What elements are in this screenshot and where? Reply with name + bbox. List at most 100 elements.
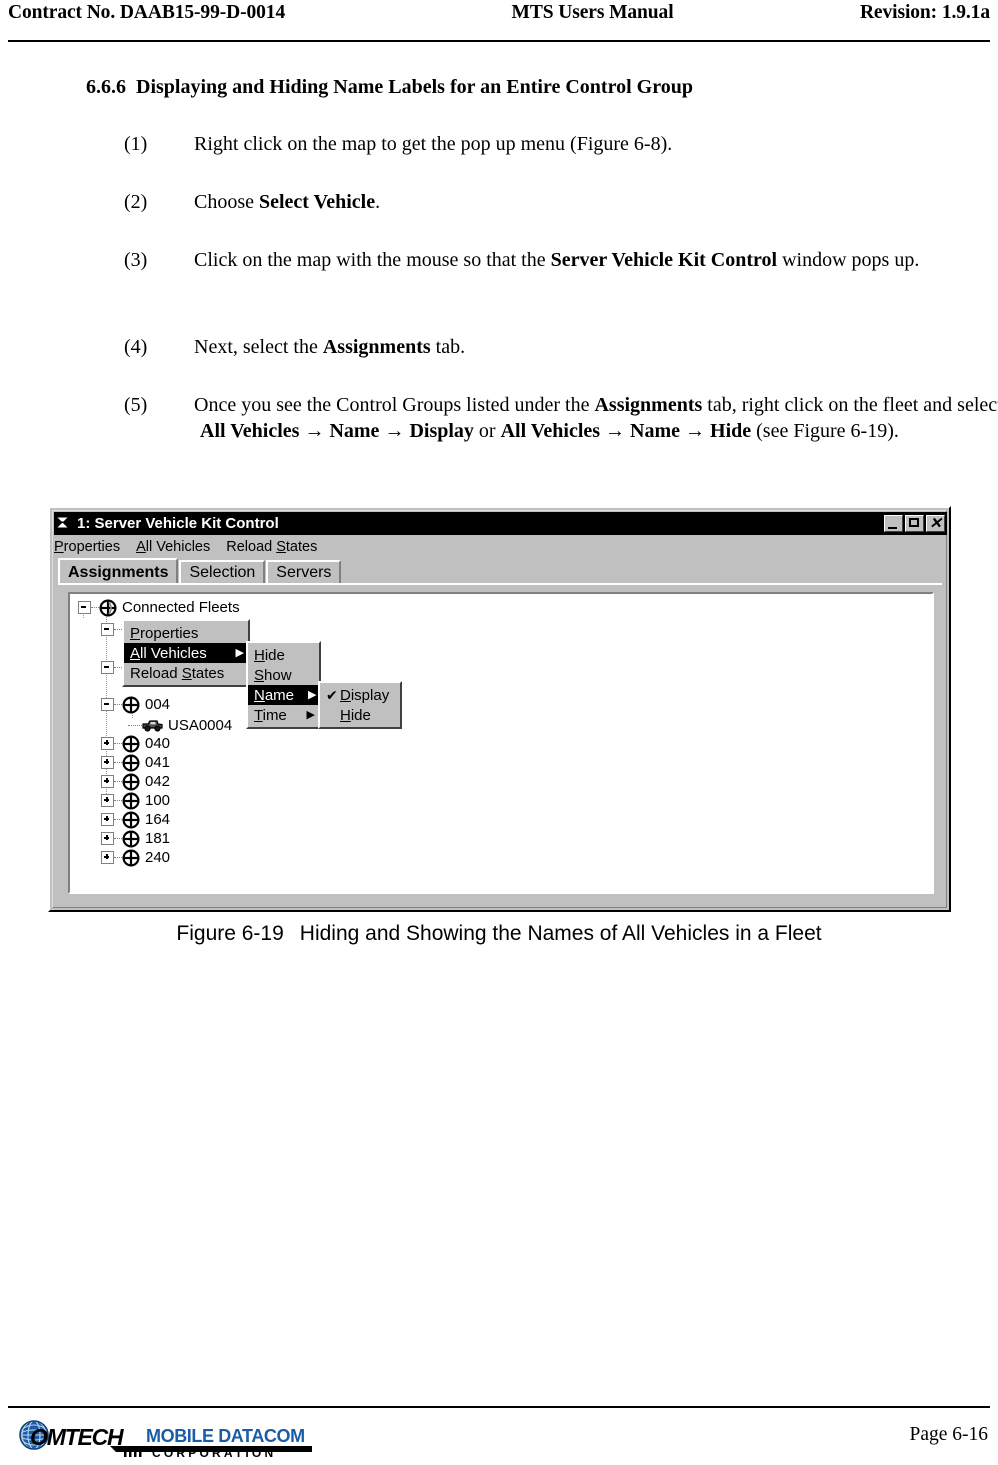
tree-node-usa0004[interactable]: USA0004 <box>128 716 232 735</box>
tree-expander-181[interactable] <box>101 832 114 845</box>
context-item-name-hide[interactable]: Hide <box>320 705 400 725</box>
tree-node-connected-fleets[interactable]: Connected Fleets <box>78 598 240 617</box>
maximize-button[interactable] <box>905 515 924 532</box>
tree-label-240: 240 <box>145 849 171 866</box>
menu-item-all-vehicles[interactable]: All Vehicles <box>136 539 210 555</box>
tree-expander-hidden-2[interactable] <box>101 661 114 674</box>
tree-expander-042[interactable] <box>101 775 114 788</box>
step-number-1: (1) <box>124 133 148 155</box>
fleet-globe-icon <box>122 829 140 848</box>
context-item-name[interactable]: Name ▶ <box>248 685 319 705</box>
step-item-3: (3) Click on the map with the mouse so th… <box>124 249 920 271</box>
submenu-arrow-icon: ▶ <box>308 688 317 701</box>
window-controls[interactable]: ✕ <box>884 515 945 532</box>
figure-number: Figure 6-19 <box>176 922 284 945</box>
tree-expander-041[interactable] <box>101 756 114 769</box>
tree-label-040: 040 <box>145 735 171 752</box>
context-menu-name[interactable]: ✔ Display Hide <box>318 681 402 729</box>
context-item-hide[interactable]: Hide <box>248 645 319 665</box>
context-menu-primary[interactable]: Properties All Vehicles ▶ Reload States <box>122 619 250 687</box>
tree-node-100[interactable]: 100 <box>101 791 170 810</box>
page-header: Contract No. DAAB15-99-D-0014 MTS Users … <box>8 2 990 36</box>
context-item-properties[interactable]: Properties <box>124 623 248 643</box>
tab-assignments[interactable]: Assignments <box>58 558 179 585</box>
tree-node-240[interactable]: 240 <box>101 848 170 867</box>
tab-selection[interactable]: Selection <box>179 560 266 584</box>
svg-text:CORPORATION: CORPORATION <box>152 1446 276 1460</box>
submenu-arrow-icon: ▶ <box>306 708 315 721</box>
tree-node-040[interactable]: 040 <box>101 734 170 753</box>
tree-expander-164[interactable] <box>101 813 114 826</box>
figure-caption: Figure 6-19 Hiding and Showing the Names … <box>0 922 998 946</box>
tree-expander-240[interactable] <box>101 851 114 864</box>
tree-node-004[interactable]: 004 <box>101 695 170 714</box>
tree-expander-100[interactable] <box>101 794 114 807</box>
header-revision: Revision: 1.9.1a <box>859 2 990 23</box>
section-number: 6.6.6 <box>86 76 126 98</box>
step-item-5: (5) Once you see the Control Groups liste… <box>124 394 998 442</box>
tree-node-041[interactable]: 041 <box>101 753 170 772</box>
window-titlebar[interactable]: 1: Server Vehicle Kit Control ✕ <box>54 512 947 535</box>
tree-label-042: 042 <box>145 773 171 790</box>
tree-label-041: 041 <box>145 754 171 771</box>
tab-servers[interactable]: Servers <box>266 560 342 584</box>
tree-node-181[interactable]: 181 <box>101 829 170 848</box>
fleet-globe-icon <box>122 753 140 772</box>
tree-dash <box>114 703 122 706</box>
menu-item-reload-states[interactable]: Reload States <box>226 539 317 555</box>
svg-text:OMTECH: OMTECH <box>30 1424 124 1450</box>
tree-expander-040[interactable] <box>101 737 114 750</box>
step-number-3: (3) <box>124 249 148 271</box>
tabstrip[interactable]: Assignments Selection Servers <box>58 558 942 585</box>
context-item-name-label: Name <box>254 686 295 704</box>
context-item-reload-states[interactable]: Reload States <box>124 663 248 683</box>
tree-dash <box>128 724 142 727</box>
context-item-display[interactable]: ✔ Display <box>320 685 400 705</box>
tree-dash <box>114 742 122 745</box>
fleet-globe-icon <box>99 598 117 617</box>
tree-node-042[interactable]: 042 <box>101 772 170 791</box>
step-number-5: (5) <box>124 394 148 416</box>
context-item-show-label: Show <box>254 666 292 684</box>
context-menu-all-vehicles[interactable]: Hide Show Name ▶ Time ▶ <box>246 641 321 729</box>
svg-text:MOBILE DATACOM: MOBILE DATACOM <box>146 1426 305 1446</box>
tree-node-164[interactable]: 164 <box>101 810 170 829</box>
submenu-arrow-icon: ▶ <box>235 646 244 659</box>
context-item-time[interactable]: Time ▶ <box>248 705 319 725</box>
context-item-time-label: Time <box>254 706 287 724</box>
tree-dash <box>114 628 122 631</box>
step-item-1: (1) Right click on the map to get the pop… <box>124 133 673 155</box>
fleet-globe-icon <box>122 734 140 753</box>
tree-label-usa0004: USA0004 <box>168 717 233 734</box>
context-item-name-hide-label: Hide <box>340 706 371 724</box>
tree-expander-root[interactable] <box>78 601 91 614</box>
context-item-all-vehicles[interactable]: All Vehicles ▶ <box>124 643 248 663</box>
page-number: Page 6-16 <box>909 1424 988 1445</box>
step-number-4: (4) <box>124 336 148 358</box>
step-number-2: (2) <box>124 191 148 213</box>
context-item-reload-states-label: Reload States <box>130 664 225 682</box>
checkmark-icon: ✔ <box>326 686 338 703</box>
fleet-globe-icon <box>122 772 140 791</box>
header-divider <box>8 40 990 42</box>
tree-dash <box>114 856 122 859</box>
tree-dash <box>114 799 122 802</box>
tree-dash <box>114 761 122 764</box>
window-menubar[interactable]: Properties All Vehicles Reload States <box>54 537 947 557</box>
tree-dash <box>114 837 122 840</box>
menu-item-properties[interactable]: Properties <box>54 539 120 555</box>
tree-dash <box>91 606 99 609</box>
tree-expander-hidden-1[interactable] <box>101 623 114 636</box>
context-item-properties-label: Properties <box>130 624 199 642</box>
minimize-button[interactable] <box>884 515 903 532</box>
close-button[interactable]: ✕ <box>926 515 945 532</box>
step-item-2: (2) Choose Select Vehicle. <box>124 191 381 213</box>
tree-expander-004[interactable] <box>101 698 114 711</box>
window-title: 1: Server Vehicle Kit Control <box>77 515 279 532</box>
context-item-show[interactable]: Show <box>248 665 319 685</box>
server-vehicle-kit-control-window: 1: Server Vehicle Kit Control ✕ Properti… <box>48 506 951 912</box>
footer-divider <box>8 1406 990 1408</box>
tree-dash <box>114 780 122 783</box>
fleet-globe-icon <box>122 791 140 810</box>
comtech-logo: OMTECH MOBILE DATACOM CORPORATION <box>12 1418 332 1460</box>
